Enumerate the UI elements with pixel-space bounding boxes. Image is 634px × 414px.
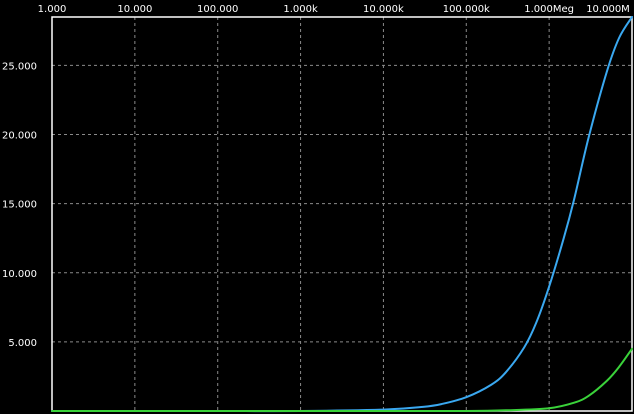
- series-layer: [51, 16, 633, 413]
- x-tick-label: 10.000M: [586, 4, 630, 15]
- y-tick-label: 15.000: [2, 200, 37, 211]
- plot-frame: [51, 16, 633, 412]
- y-tick-label: 10.000: [2, 269, 37, 280]
- x-axis-labels: 1.000 10.000 100.000 1.000k 10.000k 100.000k 1…: [38, 4, 630, 15]
- x-tick-label: 10.000: [117, 4, 152, 15]
- y-tick-label: 20.000: [2, 131, 37, 142]
- y-tick-label: 5.000: [8, 338, 37, 349]
- x-tick-label: 100.000k: [443, 4, 490, 15]
- series-line-1: [51, 16, 633, 413]
- axes-layer: [51, 16, 633, 412]
- x-tick-label: 1.000: [38, 4, 67, 15]
- plot-window: 1.000 10.000 100.000 1.000k 10.000k 100.000k 1…: [0, 0, 634, 414]
- x-tick-label: 100.000: [197, 4, 238, 15]
- x-tick-label: 10.000k: [363, 4, 404, 15]
- x-tick-label: 1.000Meg: [524, 4, 574, 15]
- grid-layer: [52, 17, 632, 411]
- y-tick-label: 25.000: [2, 61, 37, 72]
- chart: 1.000 10.000 100.000 1.000k 10.000k 100.000k 1…: [2, 4, 633, 413]
- y-axis-labels: 5.000 10.000 15.000 20.000 25.000: [2, 61, 37, 348]
- x-tick-label: 1.000k: [283, 4, 318, 15]
- series-line-2: [51, 347, 633, 413]
